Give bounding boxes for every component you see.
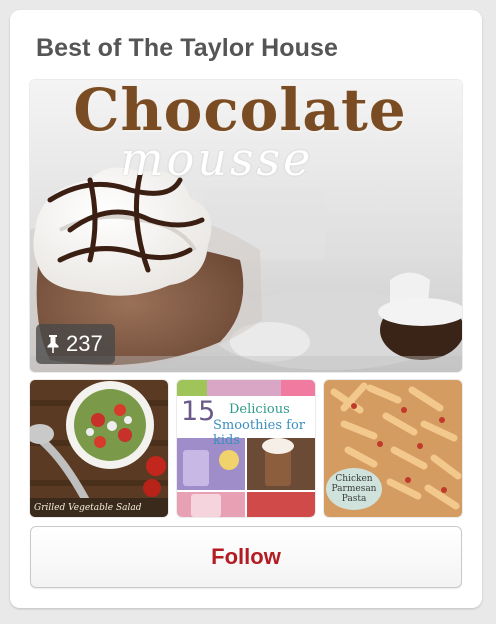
pin-count: 237 xyxy=(66,331,103,356)
thumbnail-number: 15 xyxy=(181,396,216,427)
board-card: Best of The Taylor House Chocolate mouss… xyxy=(10,10,482,608)
follow-button[interactable]: Follow xyxy=(30,526,462,588)
thumbnail-caption: Grilled Vegetable Salad xyxy=(34,503,142,513)
thumbnail-line1: Delicious xyxy=(229,402,290,417)
salad-photo xyxy=(30,380,168,517)
board-thumbnail-3[interactable]: Chicken Parmesan Pasta xyxy=(324,380,462,517)
thumbnail-line2: Smoothies for kids xyxy=(213,418,305,448)
board-thumbnail-1[interactable]: Grilled Vegetable Salad xyxy=(30,380,168,517)
pushpin-icon xyxy=(47,335,59,353)
pin-count-badge: 237 xyxy=(36,324,115,364)
board-thumbnail-2[interactable]: 15 Delicious Smoothies for kids xyxy=(177,380,315,517)
board-cover-image[interactable]: Chocolate mousse 237 xyxy=(30,80,462,372)
cover-title-line2: mousse xyxy=(120,132,314,186)
thumbnail-label: Chicken Parmesan Pasta xyxy=(326,468,382,510)
board-title[interactable]: Best of The Taylor House xyxy=(36,34,338,63)
